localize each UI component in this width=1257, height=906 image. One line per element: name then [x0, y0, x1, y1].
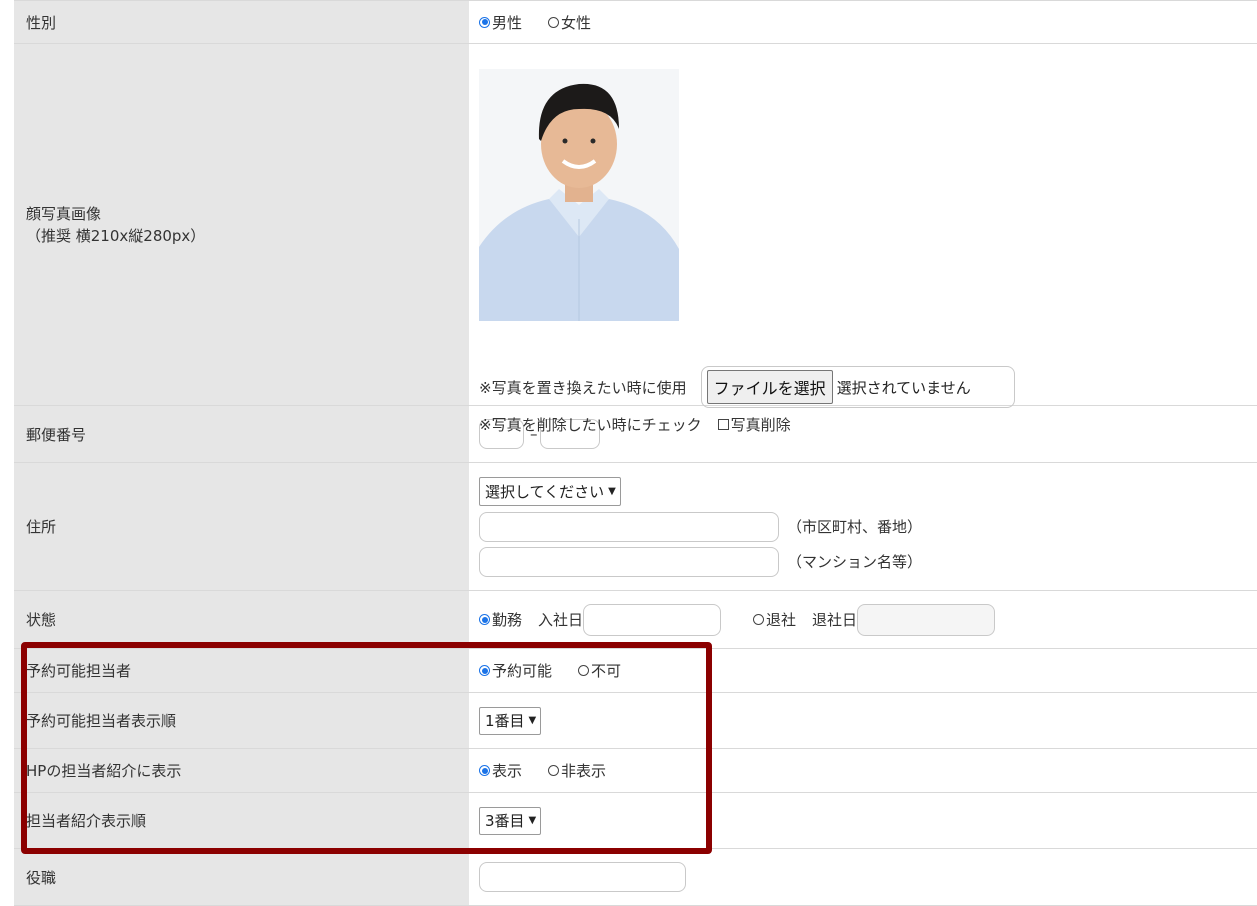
- address-label: 住所: [14, 463, 469, 590]
- radio-selected-icon: [479, 614, 490, 625]
- row-bookable: 予約可能担当者 予約可能 不可: [14, 649, 1257, 693]
- address-city-hint: （市区町村、番地）: [787, 518, 923, 536]
- hp-display-show-label: 表示: [492, 762, 523, 780]
- photo-delete-note: ※写真を削除したい時にチェック: [479, 416, 702, 434]
- position-input[interactable]: [479, 862, 686, 892]
- gender-value: 男性 女性: [469, 1, 1257, 43]
- prefecture-select-value: 選択してください: [485, 482, 605, 501]
- chevron-down-icon: ▼: [528, 815, 537, 826]
- photo-label-hint: （推奨 横210x縦280px）: [26, 226, 206, 245]
- bookable-label: 予約可能担当者: [14, 649, 469, 692]
- bookable-order-label: 予約可能担当者表示順: [14, 693, 469, 748]
- file-status-text: 選択されていません: [836, 378, 971, 397]
- row-intro-order: 担当者紹介表示順 3番目 ▼: [14, 793, 1257, 849]
- address-value: 選択してください ▼ （市区町村、番地） （マンション名等）: [469, 463, 1257, 590]
- address-building-hint: （マンション名等）: [787, 553, 923, 571]
- status-retired-label: 退社: [766, 611, 797, 629]
- gender-female-label: 女性: [561, 13, 592, 32]
- bookable-no-label: 不可: [591, 662, 622, 680]
- bookable-no-radio[interactable]: 不可: [578, 660, 621, 681]
- bookable-order-select-value: 1番目: [485, 712, 525, 730]
- radio-selected-icon: [479, 765, 490, 776]
- gender-male-label: 男性: [492, 13, 523, 32]
- photo-delete-row: ※写真を削除したい時にチェック 写真削除: [479, 414, 791, 435]
- radio-empty-icon: [578, 665, 590, 676]
- hp-display-hide-label: 非表示: [561, 762, 607, 780]
- intro-order-select[interactable]: 3番目 ▼: [479, 806, 542, 835]
- bookable-order-value: 1番目 ▼: [469, 693, 1257, 748]
- hp-display-label: HPの担当者紹介に表示: [14, 749, 469, 792]
- intro-order-label: 担当者紹介表示順: [14, 793, 469, 848]
- radio-empty-icon: [548, 16, 560, 28]
- prefecture-select[interactable]: 選択してください ▼: [479, 476, 621, 506]
- address-building-line: （マンション名等）: [479, 546, 923, 577]
- radio-empty-icon: [548, 765, 560, 776]
- row-photo: 顔写真画像 （推奨 横210x縦280px） ※写真を置き換えたい時に使用 ファ…: [14, 44, 1257, 434]
- hp-display-show-radio[interactable]: 表示: [479, 760, 522, 781]
- address-building-input[interactable]: [479, 546, 779, 577]
- position-label: 役職: [14, 849, 469, 905]
- status-label: 状態: [14, 591, 469, 648]
- intro-order-select-value: 3番目: [485, 812, 525, 830]
- radio-empty-icon: [753, 614, 765, 625]
- row-gender: 性別 男性 女性: [14, 0, 1257, 44]
- status-retired-radio[interactable]: 退社: [753, 609, 796, 630]
- gender-male-radio[interactable]: 男性: [479, 12, 522, 33]
- staff-form-table: 性別 男性 女性 顔写真画像 （推奨 横210x縦280px） ※写真を置き換え…: [14, 0, 1257, 906]
- position-value: [469, 849, 1257, 905]
- photo-replace-note: ※写真を置き換えたい時に使用: [479, 378, 687, 397]
- photo-delete-checkbox[interactable]: 写真削除: [717, 414, 791, 435]
- intro-order-value: 3番目 ▼: [469, 793, 1257, 848]
- bookable-value: 予約可能 不可: [469, 649, 1257, 692]
- row-bookable-order: 予約可能担当者表示順 1番目 ▼: [14, 693, 1257, 749]
- address-city-line: （市区町村、番地）: [479, 511, 923, 542]
- bookable-yes-label: 予約可能: [492, 662, 553, 680]
- radio-selected-icon: [479, 16, 490, 28]
- photo-label-title: 顔写真画像: [26, 204, 102, 223]
- join-date-label: 入社日: [538, 611, 584, 629]
- radio-selected-icon: [479, 665, 490, 676]
- leave-date-input[interactable]: [857, 603, 996, 636]
- address-city-input[interactable]: [479, 511, 779, 542]
- hp-display-hide-radio[interactable]: 非表示: [548, 760, 606, 781]
- gender-label: 性別: [14, 1, 469, 43]
- join-date-input[interactable]: [583, 603, 722, 636]
- postal-label: 郵便番号: [14, 406, 469, 462]
- status-active-radio[interactable]: 勤務: [479, 609, 522, 630]
- chevron-down-icon: ▼: [608, 485, 616, 497]
- row-hp-display: HPの担当者紹介に表示 表示 非表示: [14, 749, 1257, 793]
- status-value: 勤務 入社日 退社 退社日: [469, 591, 1257, 648]
- gender-female-radio[interactable]: 女性: [548, 12, 591, 33]
- row-status: 状態 勤務 入社日 退社 退社日: [14, 591, 1257, 649]
- status-active-label: 勤務: [492, 611, 523, 629]
- file-input[interactable]: ファイルを選択 選択されていません: [700, 366, 1015, 408]
- file-choose-button[interactable]: ファイルを選択: [706, 370, 833, 404]
- bookable-order-select[interactable]: 1番目 ▼: [479, 706, 542, 735]
- staff-portrait-image: [479, 69, 679, 321]
- chevron-down-icon: ▼: [528, 715, 537, 726]
- row-address: 住所 選択してください ▼ （市区町村、番地） （マンション名等）: [14, 463, 1257, 591]
- photo-upload-row: ※写真を置き換えたい時に使用 ファイルを選択 選択されていません: [479, 366, 1015, 408]
- checkbox-icon: [717, 419, 729, 430]
- hp-display-value: 表示 非表示: [469, 749, 1257, 792]
- photo-label: 顔写真画像 （推奨 横210x縦280px）: [14, 44, 469, 405]
- bookable-yes-radio[interactable]: 予約可能: [479, 660, 552, 681]
- leave-date-label: 退社日: [812, 611, 858, 629]
- row-position: 役職: [14, 849, 1257, 906]
- photo-value: ※写真を置き換えたい時に使用 ファイルを選択 選択されていません ※写真を削除し…: [469, 44, 1257, 434]
- photo-delete-label: 写真削除: [730, 416, 791, 434]
